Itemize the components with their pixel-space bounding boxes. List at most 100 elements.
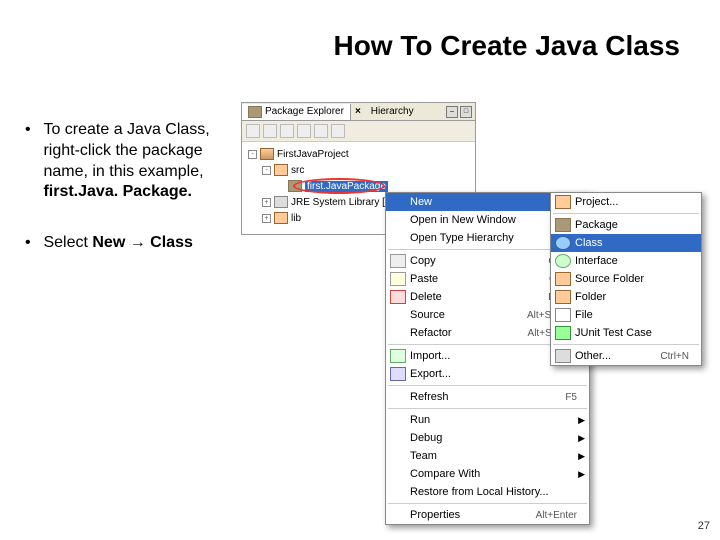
other-icon: [555, 349, 571, 363]
fld-icon: [274, 212, 288, 224]
bullet-bold: first.Java. Package.: [43, 183, 192, 200]
menu-label: Paste: [410, 273, 549, 285]
bullet-marker: •: [25, 233, 39, 254]
menu-label: JUnit Test Case: [575, 327, 689, 339]
view-toolbar: [242, 121, 475, 142]
menu-item-project[interactable]: Project...: [551, 193, 701, 211]
tree-row[interactable]: - FirstJavaProject: [244, 146, 473, 162]
menu-item-refresh[interactable]: RefreshF5: [386, 388, 589, 406]
menu-label: Compare With: [410, 468, 577, 480]
menu-label: Run: [410, 414, 577, 426]
tree-label: lib: [291, 213, 301, 224]
menu-item-team[interactable]: Team▶: [386, 447, 589, 465]
submenu-arrow-icon: ▶: [577, 451, 585, 462]
menu-label: Refresh: [410, 391, 565, 403]
tree-twist-icon[interactable]: -: [248, 150, 257, 159]
del-icon: [390, 290, 406, 304]
import-icon: [390, 349, 406, 363]
menu-separator: [553, 344, 699, 345]
menu-label: Restore from Local History...: [410, 486, 577, 498]
tab-label: Hierarchy: [371, 106, 414, 117]
menu-label: Project...: [575, 196, 689, 208]
minimize-icon[interactable]: –: [446, 106, 458, 118]
menu-item-other[interactable]: Other...Ctrl+N: [551, 347, 701, 365]
blank-icon: [390, 485, 406, 499]
tree-label: first.JavaPackage: [305, 181, 388, 192]
menu-label: Other...: [575, 350, 660, 362]
back-icon[interactable]: [246, 124, 260, 138]
menu-item-interface[interactable]: Interface: [551, 252, 701, 270]
link-editor-icon[interactable]: [314, 124, 328, 138]
menu-separator: [388, 408, 587, 409]
close-tab-icon[interactable]: ×: [351, 106, 365, 117]
menu-label: Source Folder: [575, 273, 689, 285]
forward-icon[interactable]: [263, 124, 277, 138]
bullet-item: • To create a Java Class, right-click th…: [25, 120, 235, 203]
menu-label: Open Type Hierarchy: [410, 232, 565, 244]
menu-label: File: [575, 309, 689, 321]
view-tabbar: Package Explorer × Hierarchy – □: [242, 103, 475, 121]
menu-separator: [388, 385, 587, 386]
page-number: 27: [698, 520, 710, 532]
pkg-icon: [288, 180, 302, 192]
tab-package-explorer[interactable]: Package Explorer: [242, 104, 351, 120]
jre-icon: [274, 196, 288, 208]
tab-hierarchy[interactable]: Hierarchy: [365, 104, 420, 119]
menu-item-source-folder[interactable]: Source Folder: [551, 270, 701, 288]
blank-icon: [390, 231, 406, 245]
menu-item-file[interactable]: File: [551, 306, 701, 324]
submenu-arrow-icon: ▶: [577, 433, 585, 444]
prj2-icon: [555, 195, 571, 209]
tree-twist-icon[interactable]: +: [262, 198, 271, 207]
tree-twist-icon[interactable]: -: [262, 166, 271, 175]
view-menu-icon[interactable]: [331, 124, 345, 138]
menu-label: Debug: [410, 432, 577, 444]
menu-label: Interface: [575, 255, 689, 267]
blank-icon: [390, 431, 406, 445]
bullet-text: Select: [43, 234, 92, 251]
tab-label: Package Explorer: [265, 106, 344, 117]
cls-icon: [555, 236, 571, 250]
menu-item-export[interactable]: Export...: [386, 365, 589, 383]
menu-label: Properties: [410, 509, 536, 521]
tree-row[interactable]: -src: [244, 162, 473, 178]
export-icon: [390, 367, 406, 381]
menu-item-restore-from-local-history[interactable]: Restore from Local History...: [386, 483, 589, 501]
menu-item-package[interactable]: Package: [551, 216, 701, 234]
collapse-all-icon[interactable]: [297, 124, 311, 138]
menu-label: Copy: [410, 255, 548, 267]
copy-icon: [390, 254, 406, 268]
menu-label: Export...: [410, 368, 577, 380]
menu-label: Folder: [575, 291, 689, 303]
package-explorer-icon: [248, 106, 262, 118]
submenu-arrow-icon: ▶: [577, 415, 585, 426]
screenshot-composite: Package Explorer × Hierarchy – □ -FirstJ…: [241, 102, 720, 492]
menu-shortcut: Alt+Enter: [536, 510, 577, 521]
bullet-text: To create a Java Class, right-click the …: [43, 121, 209, 180]
menu-item-folder[interactable]: Folder: [551, 288, 701, 306]
tree-label: JRE System Library [j...: [291, 197, 395, 208]
menu-item-junit-test-case[interactable]: JUnit Test Case: [551, 324, 701, 342]
menu-separator: [388, 503, 587, 504]
blank-icon: [390, 449, 406, 463]
file-icon: [555, 308, 571, 322]
blank-icon: [390, 467, 406, 481]
menu-item-class[interactable]: Class: [551, 234, 701, 252]
submenu-new: Project... Package Class Interface Source Fo…: [550, 192, 702, 366]
int-icon: [555, 254, 571, 268]
submenu-arrow-icon: ▶: [577, 469, 585, 480]
maximize-icon[interactable]: □: [460, 106, 472, 118]
menu-item-debug[interactable]: Debug▶: [386, 429, 589, 447]
menu-item-compare-with[interactable]: Compare With▶: [386, 465, 589, 483]
tree-label: FirstJavaProject: [277, 149, 349, 160]
menu-item-run[interactable]: Run▶: [386, 411, 589, 429]
up-icon[interactable]: [280, 124, 294, 138]
blank-icon: [390, 413, 406, 427]
prj-icon: [260, 148, 274, 160]
menu-shortcut: F5: [565, 392, 577, 403]
menu-label: Class: [575, 237, 689, 249]
blank-icon: [390, 390, 406, 404]
menu-item-properties[interactable]: PropertiesAlt+Enter: [386, 506, 589, 524]
tree-twist-icon[interactable]: +: [262, 214, 271, 223]
junit-icon: [555, 326, 571, 340]
